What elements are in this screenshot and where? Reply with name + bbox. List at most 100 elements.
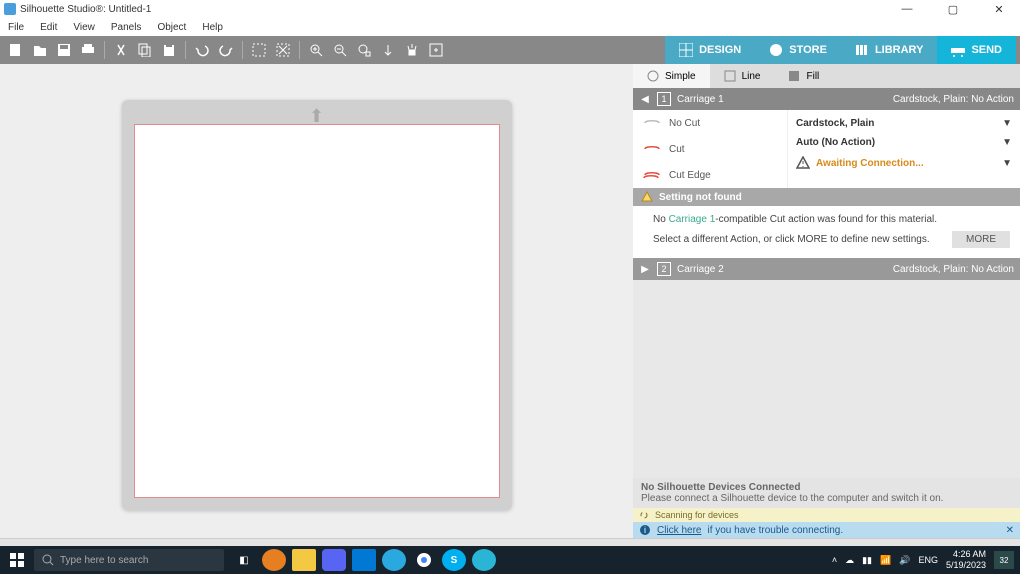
zoom-in-icon[interactable] xyxy=(306,40,326,60)
titlebar: Silhouette Studio®: Untitled-1 — ▢ ✕ xyxy=(0,0,1020,18)
zoom-select-icon[interactable] xyxy=(354,40,374,60)
warning-icon xyxy=(796,156,810,170)
paste-icon[interactable] xyxy=(159,40,179,60)
menu-file[interactable]: File xyxy=(8,22,24,33)
design-page[interactable] xyxy=(134,124,500,498)
app-explorer-icon[interactable] xyxy=(292,549,316,571)
tray-cloud-icon[interactable]: ☁ xyxy=(845,555,854,566)
zoom-out-icon[interactable] xyxy=(330,40,350,60)
setting-message-1: No Carriage 1-compatible Cut action was … xyxy=(633,206,1020,229)
copy-icon[interactable] xyxy=(135,40,155,60)
minimize-button[interactable]: — xyxy=(890,3,924,16)
close-button[interactable]: ✕ xyxy=(982,3,1016,16)
open-file-icon[interactable] xyxy=(30,40,50,60)
app-icon xyxy=(4,3,16,15)
notification-button[interactable]: 32 xyxy=(994,551,1014,569)
mode-line[interactable]: Line xyxy=(710,64,775,88)
taskbar: Type here to search ◧ S ˄ ☁ ▮▮ 📶 🔊 ENG 4… xyxy=(0,546,1020,574)
help-link[interactable]: Click here xyxy=(657,525,701,536)
send-icon xyxy=(951,43,965,57)
carriage-1-header[interactable]: ◀ 1 Carriage 1 Cardstock, Plain: No Acti… xyxy=(633,88,1020,110)
taskview-icon[interactable]: ◧ xyxy=(232,549,256,571)
dropdown-icon: ▼ xyxy=(1002,158,1012,169)
tab-library[interactable]: LIBRARY xyxy=(841,36,937,64)
collapse-icon[interactable]: ◀ xyxy=(639,94,651,105)
cutedge-icon xyxy=(643,168,661,182)
tab-design[interactable]: DESIGN xyxy=(665,36,755,64)
store-icon xyxy=(769,43,783,57)
action-dropdown[interactable]: Auto (No Action) ▼ xyxy=(794,133,1014,152)
app-wallaby-icon[interactable] xyxy=(262,549,286,571)
print-icon[interactable] xyxy=(78,40,98,60)
scroll-track[interactable] xyxy=(0,538,1020,546)
opt-cut[interactable]: Cut xyxy=(633,136,787,162)
app-silhouette-icon[interactable] xyxy=(472,549,496,571)
menubar: File Edit View Panels Object Help xyxy=(0,18,1020,36)
start-button[interactable] xyxy=(0,553,34,567)
dropdown-icon: ▼ xyxy=(1002,137,1012,148)
carriage-number: 2 xyxy=(657,262,671,276)
windows-icon xyxy=(10,553,24,567)
setting-message-2: Select a different Action, or click MORE… xyxy=(633,229,1020,258)
circle-icon xyxy=(647,70,659,82)
tray-battery-icon[interactable]: ▮▮ xyxy=(862,555,872,566)
setting-not-found-banner: Setting not found xyxy=(633,188,1020,206)
connection-row[interactable]: Awaiting Connection... ▼ xyxy=(794,152,1014,174)
mode-row: Simple Line Fill xyxy=(633,64,1020,88)
menu-view[interactable]: View xyxy=(73,22,95,33)
canvas-area[interactable]: ⬆ xyxy=(0,64,633,538)
zoom-fit-icon[interactable] xyxy=(378,40,398,60)
mode-simple[interactable]: Simple xyxy=(633,64,710,88)
mode-fill[interactable]: Fill xyxy=(774,64,833,88)
app-store-icon[interactable] xyxy=(352,549,376,571)
cut-option-icon xyxy=(643,142,661,156)
cut-icon[interactable] xyxy=(111,40,131,60)
menu-object[interactable]: Object xyxy=(157,22,186,33)
dismiss-help-button[interactable]: ✕ xyxy=(1006,525,1014,536)
opt-no-cut[interactable]: No Cut xyxy=(633,110,787,136)
action-options: No Cut Cut Cut Edge xyxy=(633,110,788,188)
app-skype-icon[interactable]: S xyxy=(442,549,466,571)
pan-icon[interactable] xyxy=(402,40,422,60)
taskbar-apps: ◧ S xyxy=(232,549,496,571)
maximize-button[interactable]: ▢ xyxy=(936,3,970,16)
material-dropdown[interactable]: Cardstock, Plain ▼ xyxy=(794,114,1014,133)
action-settings: Cardstock, Plain ▼ Auto (No Action) ▼ Aw… xyxy=(788,110,1020,188)
app-edge-icon[interactable] xyxy=(382,549,406,571)
menu-panels[interactable]: Panels xyxy=(111,22,142,33)
spinner-icon xyxy=(639,510,649,520)
carriage-link[interactable]: Carriage 1 xyxy=(669,214,716,225)
help-row: i Click here if you have trouble connect… xyxy=(633,522,1020,538)
redo-icon[interactable] xyxy=(216,40,236,60)
nocut-icon xyxy=(643,116,661,130)
app-discord-icon[interactable] xyxy=(322,549,346,571)
tray-wifi-icon[interactable]: 📶 xyxy=(880,555,891,566)
tray-chevron-icon[interactable]: ˄ xyxy=(832,555,837,565)
expand-icon[interactable]: ▶ xyxy=(639,264,651,275)
clock[interactable]: 4:26 AM 5/19/2023 xyxy=(946,549,986,571)
tray-language[interactable]: ENG xyxy=(918,555,938,565)
tab-store[interactable]: STORE xyxy=(755,36,841,64)
save-icon[interactable] xyxy=(54,40,74,60)
more-button[interactable]: MORE xyxy=(952,231,1010,248)
toolbar: DESIGN STORE LIBRARY SEND xyxy=(0,36,1020,64)
opt-cut-edge[interactable]: Cut Edge xyxy=(633,162,787,188)
search-box[interactable]: Type here to search xyxy=(34,549,224,571)
menu-help[interactable]: Help xyxy=(202,22,223,33)
fit-page-icon[interactable] xyxy=(426,40,446,60)
tab-send[interactable]: SEND xyxy=(937,36,1016,64)
carriage-1-body: No Cut Cut Cut Edge Cardstock, Plain ▼ A… xyxy=(633,110,1020,188)
grid-icon xyxy=(679,43,693,57)
new-file-icon[interactable] xyxy=(6,40,26,60)
panel-footer: No Silhouette Devices Connected Please c… xyxy=(633,478,1020,538)
window-title: Silhouette Studio®: Untitled-1 xyxy=(20,4,151,15)
deselect-icon[interactable] xyxy=(273,40,293,60)
carriage-2-header[interactable]: ▶ 2 Carriage 2 Cardstock, Plain: No Acti… xyxy=(633,258,1020,280)
select-icon[interactable] xyxy=(249,40,269,60)
app-chrome-icon[interactable] xyxy=(412,549,436,571)
menu-edit[interactable]: Edit xyxy=(40,22,57,33)
tray-sound-icon[interactable]: 🔊 xyxy=(899,555,910,566)
library-icon xyxy=(855,43,869,57)
undo-icon[interactable] xyxy=(192,40,212,60)
carriage-1-status: Cardstock, Plain: No Action xyxy=(893,94,1014,105)
